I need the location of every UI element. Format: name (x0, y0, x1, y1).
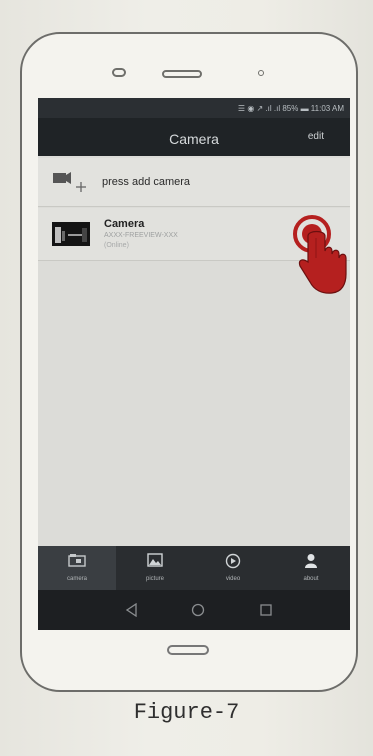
camera-uid: AXXX-FREEVIEW-XXX (104, 232, 178, 239)
person-icon (305, 554, 317, 568)
add-camera-row[interactable]: press add camera (38, 158, 350, 207)
camera-name: Camera (104, 218, 145, 230)
tap-hand-icon (293, 215, 347, 294)
recent-icon[interactable] (260, 604, 272, 616)
back-icon[interactable] (126, 603, 138, 617)
status-bar: ☰ ◉ ↗ .ıl .ıl 85% ▬ 11:03 AM (38, 98, 350, 118)
home-button[interactable] (167, 645, 209, 655)
tab-about-label: about (303, 576, 319, 582)
picture-icon (147, 553, 163, 567)
tab-picture[interactable]: picture (116, 546, 194, 590)
page-title: Camera (169, 131, 219, 147)
tab-camera[interactable]: camera (38, 546, 116, 590)
camera-folder-icon (68, 554, 86, 567)
phone-screen: ☰ ◉ ↗ .ıl .ıl 85% ▬ 11:03 AM Camera edit… (38, 98, 350, 630)
figure-caption: Figure-7 (133, 700, 240, 725)
bottom-tab-bar: camera picture video about (38, 546, 350, 590)
video-icon (225, 553, 241, 569)
edit-button[interactable]: edit (308, 131, 324, 142)
home-icon[interactable] (191, 603, 205, 617)
camera-status: (Online) (104, 242, 129, 249)
tab-about[interactable]: about (272, 546, 350, 590)
android-nav-bar (38, 590, 350, 630)
tab-video[interactable]: video (194, 546, 272, 590)
speaker-grille (162, 70, 202, 78)
add-camera-icon (53, 172, 86, 192)
status-text: ☰ ◉ ↗ .ıl .ıl 85% ▬ 11:03 AM (237, 103, 344, 113)
tab-camera-label: camera (66, 576, 87, 582)
app-header: Camera edit (38, 118, 350, 156)
tab-picture-label: picture (145, 576, 164, 582)
tab-video-label: video (225, 576, 241, 582)
camera-thumbnail (52, 222, 90, 246)
add-camera-label: press add camera (102, 176, 191, 188)
sensor-icon (112, 68, 126, 77)
front-camera-icon (258, 70, 264, 76)
